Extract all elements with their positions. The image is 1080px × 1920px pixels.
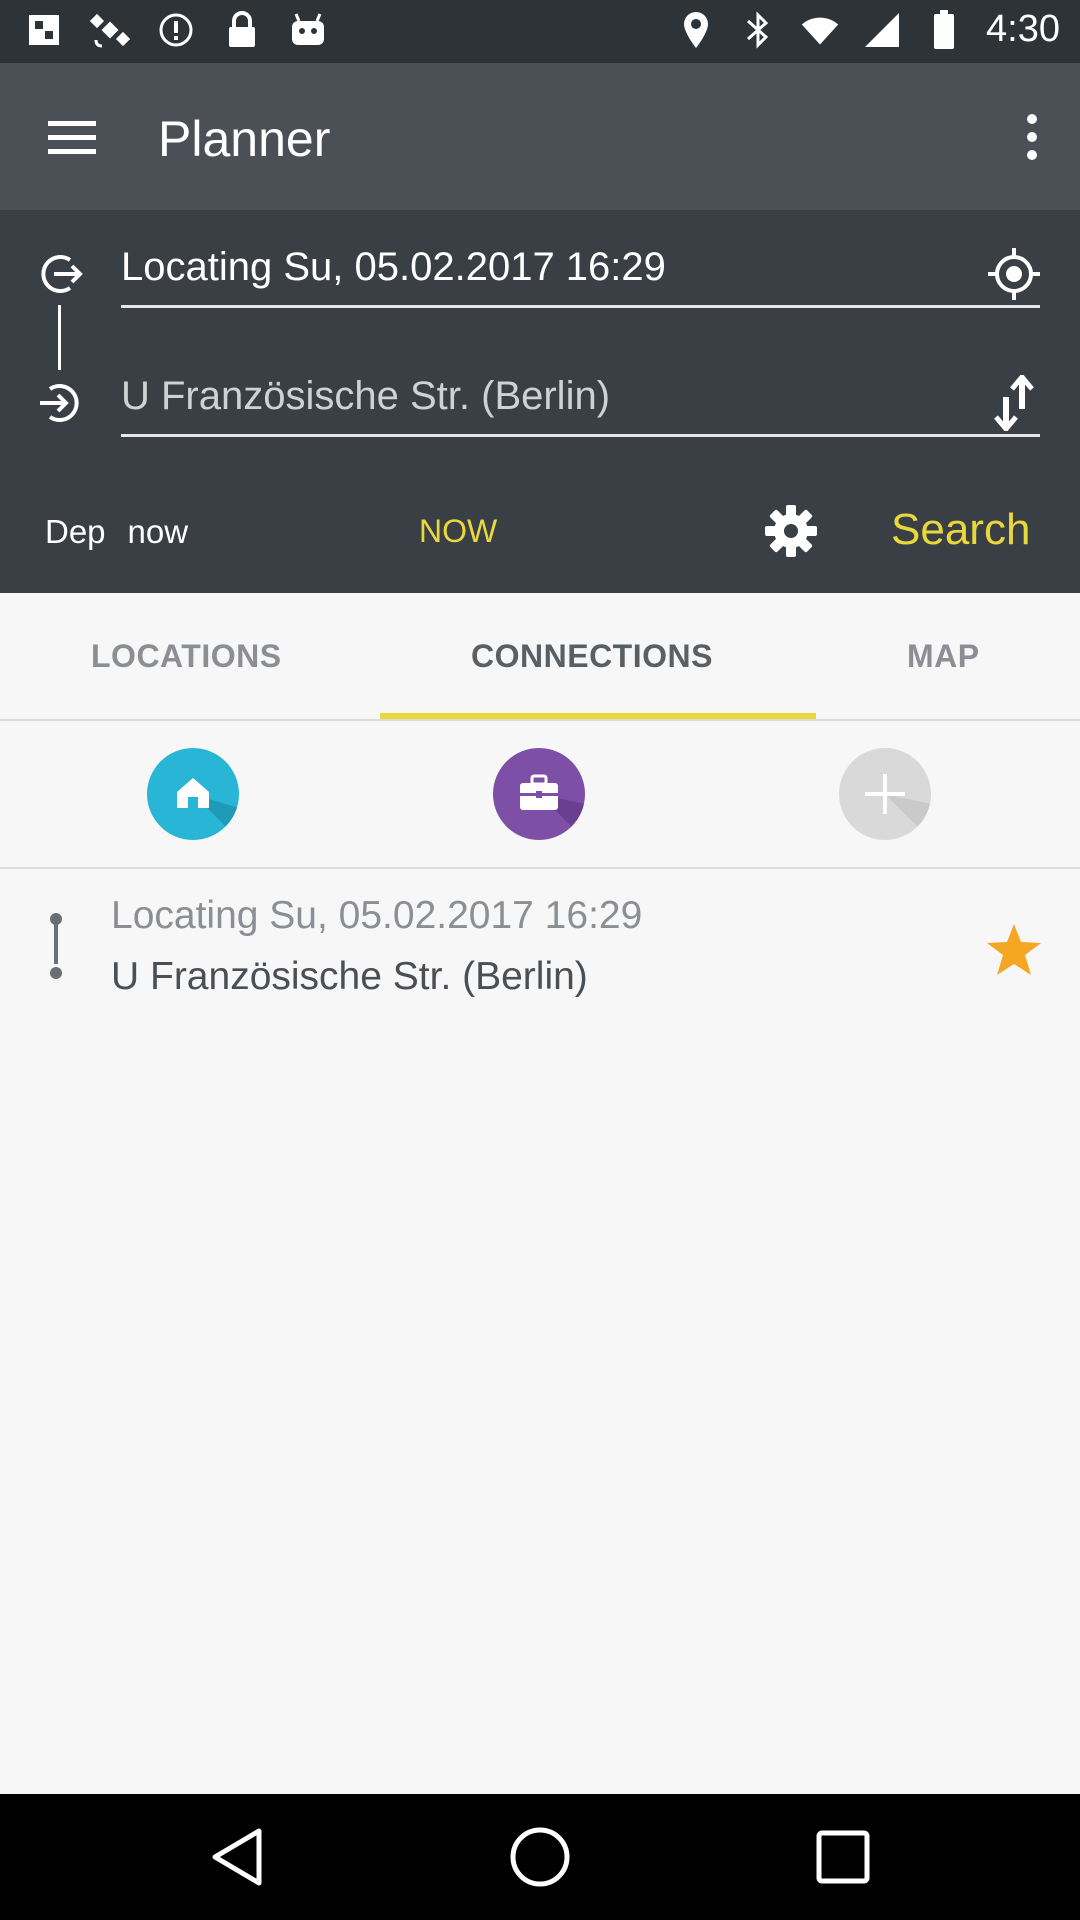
dep-label: Dep	[45, 513, 106, 550]
connection-to: U Französische Str. (Berlin)	[111, 955, 588, 998]
route-line	[58, 305, 61, 370]
search-button[interactable]: Search	[891, 505, 1030, 555]
briefcase-icon	[520, 774, 585, 840]
to-input-value: U Französische Str. (Berlin)	[121, 374, 611, 418]
android-icon	[288, 10, 328, 50]
tab-map[interactable]: MAP	[907, 638, 980, 675]
alert-circle-icon	[156, 10, 196, 50]
dep-time-value: now	[127, 513, 189, 550]
back-icon[interactable]	[204, 1824, 270, 1890]
lock-icon	[222, 10, 262, 50]
home-favorite-button[interactable]	[147, 748, 239, 840]
tab-locations[interactable]: LOCATIONS	[91, 638, 282, 675]
tab-bar: LOCATIONS CONNECTIONS MAP	[0, 593, 1080, 721]
satellite-icon	[90, 10, 130, 50]
star-icon[interactable]	[985, 922, 1043, 978]
departure-time[interactable]: Dep now	[45, 513, 188, 551]
app-bar: Planner	[0, 63, 1080, 210]
connection-from: Locating Su, 05.02.2017 16:29	[111, 894, 643, 937]
location-icon	[676, 10, 716, 50]
connection-list-item[interactable]: Locating Su, 05.02.2017 16:29 U Französi…	[0, 870, 1080, 1000]
wifi-icon	[800, 10, 840, 50]
tab-connections[interactable]: CONNECTIONS	[471, 638, 713, 675]
my-location-icon[interactable]	[986, 246, 1042, 302]
from-input-value: Locating Su, 05.02.2017 16:29	[121, 245, 666, 289]
add-favorite-button[interactable]	[839, 748, 931, 840]
menu-icon[interactable]	[44, 115, 100, 159]
status-time: 4:30	[986, 8, 1060, 50]
more-options-icon[interactable]	[1020, 113, 1044, 161]
home-nav-icon[interactable]	[507, 1824, 573, 1890]
bluetooth-icon	[738, 10, 778, 50]
gear-icon[interactable]	[763, 503, 819, 559]
recents-icon[interactable]	[810, 1824, 876, 1890]
signal-icon	[862, 10, 902, 50]
status-bar: 4:30	[0, 0, 1080, 63]
system-navigation-bar	[0, 1794, 1080, 1920]
active-tab-indicator	[380, 713, 816, 719]
page-title: Planner	[158, 111, 331, 167]
now-button[interactable]: NOW	[419, 513, 497, 550]
fake-gps-icon	[24, 10, 64, 50]
swap-icon[interactable]	[988, 375, 1040, 431]
work-favorite-button[interactable]	[493, 748, 585, 840]
arrival-icon	[36, 381, 84, 425]
battery-icon	[924, 9, 964, 50]
favorites-row	[0, 721, 1080, 869]
add-icon	[865, 774, 931, 840]
home-icon	[177, 778, 239, 840]
departure-icon	[36, 252, 84, 296]
route-dots-icon	[44, 912, 68, 982]
to-field[interactable]: U Französische Str. (Berlin)	[121, 374, 1040, 437]
from-field[interactable]: Locating Su, 05.02.2017 16:29	[121, 245, 1040, 308]
